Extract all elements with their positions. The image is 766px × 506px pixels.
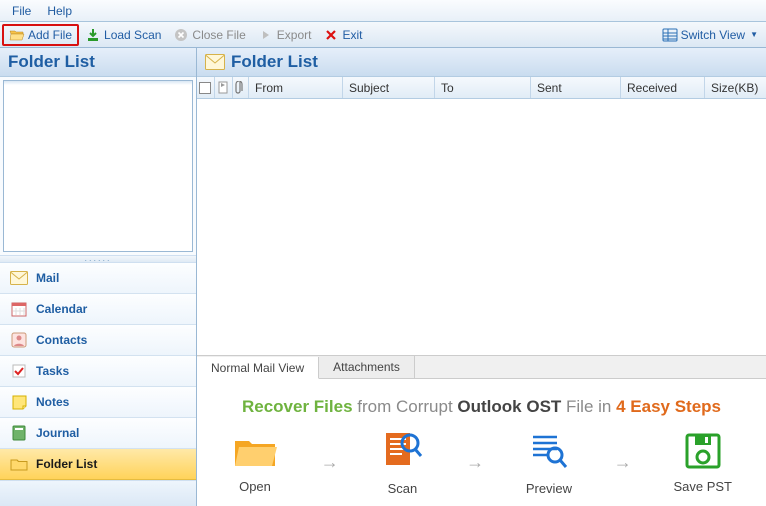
step-open: Open — [231, 431, 279, 494]
nav-label: Notes — [36, 395, 69, 409]
exit-button[interactable]: Exit — [317, 25, 368, 45]
save-icon — [683, 431, 723, 471]
load-scan-button[interactable]: Load Scan — [79, 25, 167, 45]
preview-tabs: Normal Mail View Attachments — [197, 355, 766, 379]
nav-label: Journal — [36, 426, 79, 440]
col-attachment-icon[interactable] — [233, 77, 249, 98]
mail-icon — [10, 269, 28, 287]
promo-panel: Recover Files from Corrupt Outlook OST F… — [197, 379, 766, 506]
promo-text: Recover Files from Corrupt Outlook OST F… — [217, 397, 746, 417]
nav-footer — [0, 480, 196, 506]
nav-label: Mail — [36, 271, 59, 285]
nav-label: Calendar — [36, 302, 87, 316]
journal-icon — [10, 424, 28, 442]
col-size[interactable]: Size(KB) — [705, 77, 765, 98]
col-sent[interactable]: Sent — [531, 77, 621, 98]
left-title: Folder List — [0, 48, 196, 77]
col-from[interactable]: From — [249, 77, 343, 98]
tab-normal[interactable]: Normal Mail View — [197, 357, 319, 379]
right-panel: Folder List From Subject To Sent Receive… — [197, 48, 766, 506]
exit-icon — [323, 27, 339, 43]
nav-calendar[interactable]: Calendar — [0, 294, 196, 325]
switch-view-button[interactable]: Switch View ▼ — [656, 25, 764, 45]
col-received[interactable]: Received — [621, 77, 705, 98]
export-button[interactable]: Export — [252, 25, 318, 45]
notes-icon — [10, 393, 28, 411]
tab-attachments[interactable]: Attachments — [319, 356, 415, 378]
close-file-label: Close File — [192, 28, 245, 42]
nav-mail[interactable]: Mail — [0, 263, 196, 294]
export-icon — [258, 27, 274, 43]
preview-icon — [527, 429, 571, 473]
calendar-icon — [10, 300, 28, 318]
arrow-icon: → — [466, 452, 484, 473]
exit-label: Exit — [342, 28, 362, 42]
step-preview: Preview — [526, 429, 572, 496]
col-flag-icon[interactable] — [215, 77, 233, 98]
left-panel: Folder List Mail Calendar Contacts Tasks — [0, 48, 197, 506]
tasks-icon — [10, 362, 28, 380]
splitter[interactable] — [0, 255, 196, 263]
close-icon — [173, 27, 189, 43]
export-label: Export — [277, 28, 312, 42]
col-to[interactable]: To — [435, 77, 531, 98]
steps-row: Open → Scan → Preview → Save PST — [217, 429, 746, 496]
nav-tasks[interactable]: Tasks — [0, 356, 196, 387]
contacts-icon — [10, 331, 28, 349]
load-scan-label: Load Scan — [104, 28, 161, 42]
nav-label: Folder List — [36, 457, 97, 471]
col-checkbox[interactable] — [197, 77, 215, 98]
arrow-icon: → — [321, 452, 339, 473]
col-subject[interactable]: Subject — [343, 77, 435, 98]
folder-list-icon — [10, 455, 28, 473]
right-title: Folder List — [197, 48, 766, 77]
arrow-icon: → — [614, 452, 632, 473]
switch-view-label: Switch View — [681, 28, 745, 42]
add-file-button[interactable]: Add File — [2, 24, 79, 46]
add-file-label: Add File — [28, 28, 72, 42]
close-file-button[interactable]: Close File — [167, 25, 251, 45]
step-scan: Scan — [380, 429, 424, 496]
open-folder-icon — [231, 431, 279, 471]
grid-header: From Subject To Sent Received Size(KB) — [197, 77, 766, 99]
step-save: Save PST — [673, 431, 732, 494]
switch-view-icon — [662, 27, 678, 43]
folder-tree[interactable] — [3, 80, 193, 252]
folder-open-icon — [9, 27, 25, 43]
nav-list: Mail Calendar Contacts Tasks Notes Journ… — [0, 263, 196, 480]
grid-body[interactable] — [197, 99, 766, 355]
chevron-down-icon: ▼ — [750, 30, 758, 39]
menu-help[interactable]: Help — [39, 2, 80, 20]
nav-label: Contacts — [36, 333, 87, 347]
nav-folder-list[interactable]: Folder List — [0, 449, 196, 480]
nav-label: Tasks — [36, 364, 69, 378]
download-icon — [85, 27, 101, 43]
nav-contacts[interactable]: Contacts — [0, 325, 196, 356]
menu-bar: File Help — [0, 0, 766, 22]
nav-journal[interactable]: Journal — [0, 418, 196, 449]
nav-notes[interactable]: Notes — [0, 387, 196, 418]
scan-icon — [380, 429, 424, 473]
envelope-icon — [205, 54, 225, 70]
menu-file[interactable]: File — [4, 2, 39, 20]
toolbar: Add File Load Scan Close File Export Exi… — [0, 22, 766, 48]
